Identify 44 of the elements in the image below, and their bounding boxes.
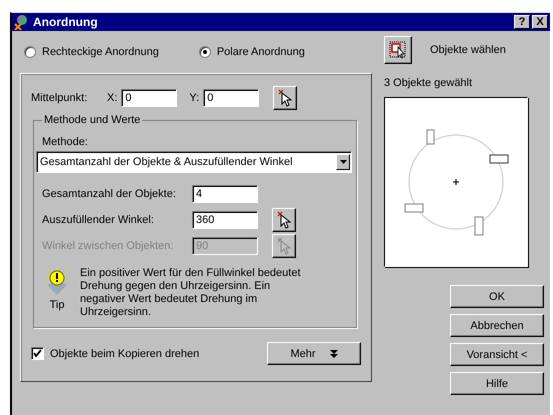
radio-label: Polare Anordnung: [216, 46, 305, 58]
cursor-icon: [277, 211, 291, 229]
pick-point-button[interactable]: [273, 86, 298, 110]
method-dropdown[interactable]: Gesamtanzahl der Objekte & Auszufüllender Winkel: [36, 151, 352, 173]
help-button[interactable]: ?: [514, 15, 530, 29]
pick-point-button[interactable]: [272, 208, 296, 232]
lightbulb-icon: [44, 267, 70, 297]
select-objects-button[interactable]: [384, 36, 412, 64]
app-icon: [14, 14, 30, 30]
radio-indicator[interactable]: [24, 46, 36, 58]
y-field[interactable]: 0: [203, 89, 260, 107]
window-title: Anordnung: [33, 15, 98, 29]
x-label: X:: [107, 92, 118, 104]
field-label: Auszufüllender Winkel:: [42, 214, 155, 226]
group-title: Methode und Werte: [43, 114, 142, 126]
tip-label: Tip: [50, 299, 64, 311]
arrangement-radio[interactable]: Rechteckige Anordnung: [24, 41, 159, 63]
value-field[interactable]: 360: [192, 211, 258, 229]
more-button[interactable]: Mehr: [267, 342, 361, 365]
double-arrow-down-icon: [330, 350, 338, 358]
radio-indicator[interactable]: [198, 46, 211, 58]
dialog-button[interactable]: Abbrechen: [450, 314, 544, 337]
rotate-checkbox-row[interactable]: Objekte beim Kopieren drehen: [31, 347, 200, 360]
checkbox[interactable]: [31, 347, 44, 360]
dialog-button[interactable]: Voransicht <: [450, 343, 544, 366]
select-objects-label: Objekte wählen: [430, 44, 506, 56]
field-label: Winkel zwischen Objekten:: [42, 240, 174, 252]
selection-status: 3 Objekte gewählt: [384, 77, 474, 89]
checkbox-label: Objekte beim Kopieren drehen: [50, 348, 200, 360]
arrangement-radio[interactable]: Polare Anordnung: [198, 41, 305, 63]
dialog-button[interactable]: OK: [450, 285, 544, 308]
dialog-button[interactable]: Hilfe: [450, 372, 544, 395]
field-label: Gesamtanzahl der Objekte:: [42, 188, 177, 200]
radio-label: Rechteckige Anordnung: [42, 46, 159, 58]
method-label: Methode:: [42, 136, 89, 148]
y-label: Y:: [189, 92, 200, 104]
cursor-icon: [278, 89, 292, 107]
x-field[interactable]: 0: [121, 89, 178, 107]
center-label: Mittelpunkt:: [31, 92, 88, 104]
value-field[interactable]: 4: [192, 185, 258, 203]
cursor-icon: [277, 237, 291, 255]
close-button[interactable]: X: [532, 15, 548, 29]
select-objects-icon: [389, 41, 407, 59]
tip-text: Ein positiver Wert für den Füllwinkel bedeutet Drehung gegen den Uhrzeigersinn. Ein negativer Wert bedeutet Drehung im Uhrzeigersinn.: [80, 267, 302, 319]
